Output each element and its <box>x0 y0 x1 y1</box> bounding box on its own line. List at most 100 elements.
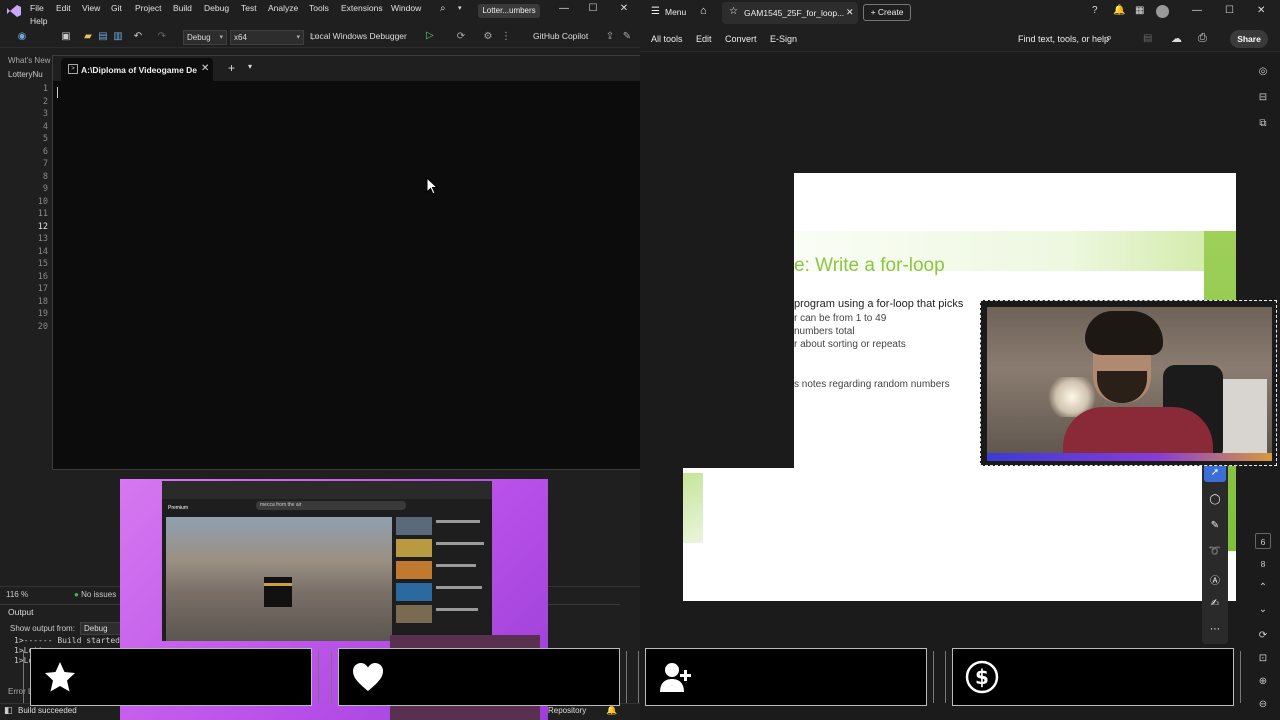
comment-icon[interactable]: ◎ <box>1255 66 1271 77</box>
repository-button[interactable]: Repository <box>548 706 586 715</box>
save-icon[interactable]: ▤ <box>1143 33 1152 44</box>
chevron-down-icon[interactable]: ▾ <box>458 4 462 12</box>
menu-view[interactable]: View <box>82 3 100 13</box>
create-button[interactable]: + Create <box>863 4 911 21</box>
page-down-icon[interactable]: ⌄ <box>1255 604 1271 615</box>
save-all-icon[interactable]: ▥ <box>112 31 124 43</box>
vs-minimize-button[interactable]: — <box>556 3 572 17</box>
search-icon[interactable]: ⌕ <box>1106 32 1112 45</box>
star-outline-icon[interactable]: ☆ <box>729 6 738 17</box>
menu-window[interactable]: Window <box>391 3 421 13</box>
acrobat-menu-button[interactable]: Menu <box>665 7 686 17</box>
new-tab-icon[interactable]: + <box>228 61 235 75</box>
line-number: 16 <box>37 271 48 282</box>
home-icon[interactable]: ⌂ <box>700 5 707 17</box>
close-icon[interactable]: ✕ <box>201 63 209 74</box>
comment-icon[interactable]: ◯ <box>1208 494 1222 505</box>
tool-esign[interactable]: E-Sign <box>770 34 797 44</box>
local-debugger-button[interactable]: Local Windows Debugger <box>310 31 407 41</box>
github-copilot-button[interactable]: GitHub Copilot <box>533 31 588 41</box>
menu-help[interactable]: Help <box>30 16 47 26</box>
more-icon[interactable]: ⋯ <box>1208 624 1222 635</box>
hot-reload-icon[interactable]: ⟳ <box>455 31 467 43</box>
share-button[interactable]: Share <box>1230 30 1268 48</box>
open-folder-icon[interactable]: ▰ <box>82 31 94 43</box>
tool-convert[interactable]: Convert <box>725 34 757 44</box>
menu-edit[interactable]: Edit <box>56 3 71 13</box>
redo-icon[interactable]: ↷ <box>156 31 168 43</box>
terminal-tab[interactable]: > A:\Diploma of Videogame De ✕ <box>61 58 213 81</box>
vs-close-button[interactable]: ✕ <box>616 3 632 17</box>
bookmark-icon[interactable]: ⊟ <box>1255 92 1271 103</box>
menu-test[interactable]: Test <box>241 3 257 13</box>
new-item-icon[interactable]: ▣ <box>60 31 72 43</box>
chevron-down-icon[interactable]: ▾ <box>248 62 252 71</box>
vs-maximize-button[interactable]: ☐ <box>585 3 601 17</box>
hamburger-icon[interactable]: ☰ <box>651 6 660 17</box>
chevron-down-icon: ▾ <box>219 34 223 41</box>
breakpoint-icon[interactable]: ⋮ <box>500 31 512 43</box>
line-number: 14 <box>37 246 48 257</box>
menu-project[interactable]: Project <box>135 3 161 13</box>
acrobat-close-button[interactable]: ✕ <box>1257 5 1265 16</box>
menu-file[interactable]: File <box>30 3 44 13</box>
menu-extensions[interactable]: Extensions <box>341 3 383 13</box>
search-icon[interactable]: ⌕ <box>440 3 446 14</box>
performance-icon[interactable]: ⚙ <box>482 31 494 43</box>
acrobat-maximize-button[interactable]: ☐ <box>1225 5 1234 16</box>
print-icon[interactable]: ⎙ <box>1198 32 1207 45</box>
tool-edit[interactable]: Edit <box>696 34 712 44</box>
terminal-tab-title: A:\Diploma of Videogame De <box>81 65 198 75</box>
zoom-out-icon[interactable]: ⊖ <box>1255 699 1271 710</box>
apps-grid-icon[interactable]: ▦ <box>1135 5 1144 16</box>
acrobat-minimize-button[interactable]: — <box>1192 5 1202 16</box>
configuration-value: Debug <box>187 33 211 42</box>
help-icon[interactable]: ? <box>1092 5 1098 16</box>
sign-icon[interactable]: ✍ <box>1208 598 1222 609</box>
share-icon[interactable]: ⇪ <box>604 31 616 43</box>
preview-thumb <box>396 539 432 557</box>
menu-tools[interactable]: Tools <box>309 3 329 13</box>
document-tab[interactable]: ☆ GAM1545_25F_for_loop... ✕ <box>722 2 858 24</box>
line-number: 15 <box>37 259 48 269</box>
preview-search-box: mecca from the air <box>256 501 406 510</box>
file-tab[interactable]: LotteryNu <box>8 70 43 79</box>
notification-bell-icon[interactable]: 🔔 <box>606 705 617 716</box>
issues-indicator[interactable]: ● No issues <box>74 590 116 599</box>
upload-cloud-icon[interactable]: ☁ <box>1171 32 1182 45</box>
line-number: 18 <box>37 296 48 307</box>
notification-bell-icon[interactable]: 🔔 <box>1113 5 1125 16</box>
zoom-level[interactable]: 116 % <box>6 590 28 599</box>
add-user-icon <box>658 660 692 694</box>
line-number: 12 <box>37 221 48 232</box>
text-box-icon[interactable]: Ⓐ <box>1208 572 1222 587</box>
menu-git[interactable]: Git <box>111 3 122 13</box>
pages-icon[interactable]: ⧉ <box>1255 118 1271 129</box>
preview-kaaba-band <box>264 583 292 586</box>
configuration-select[interactable]: Debug ▾ <box>183 30 227 45</box>
close-icon[interactable]: ✕ <box>846 7 854 18</box>
rotate-icon[interactable]: ⟳ <box>1255 630 1271 641</box>
menu-debug[interactable]: Debug <box>204 3 229 13</box>
whats-new-tab[interactable]: What's New <box>8 56 50 65</box>
menu-analyze[interactable]: Analyze <box>268 3 298 13</box>
feedback-icon[interactable]: ✎ <box>621 31 633 43</box>
visual-studio-logo-icon[interactable] <box>6 4 24 20</box>
find-label[interactable]: Find text, tools, or help <box>1018 34 1109 44</box>
undo-icon[interactable]: ↶ <box>132 31 144 43</box>
page-up-icon[interactable]: ⌃ <box>1255 582 1271 593</box>
highlight-pen-icon[interactable]: ✎ <box>1208 520 1222 531</box>
lasso-icon[interactable]: ➰ <box>1208 546 1222 557</box>
nav-back-icon[interactable]: ◉ <box>16 31 28 43</box>
page-number-current[interactable]: 6 <box>1255 533 1271 549</box>
select-cursor-icon[interactable]: ➚ <box>1204 464 1226 482</box>
tool-all-tools[interactable]: All tools <box>651 34 683 44</box>
start-debug-icon[interactable]: ▷ <box>426 30 434 41</box>
save-icon[interactable]: ▤ <box>97 31 109 43</box>
menu-build[interactable]: Build <box>173 3 192 13</box>
platform-select[interactable]: x64 ▾ <box>230 30 304 45</box>
overlay-panel-donate: $ <box>945 648 1241 706</box>
page-fit-icon[interactable]: ⊡ <box>1255 653 1271 664</box>
avatar[interactable] <box>1156 5 1169 18</box>
zoom-in-icon[interactable]: ⊕ <box>1255 676 1271 687</box>
